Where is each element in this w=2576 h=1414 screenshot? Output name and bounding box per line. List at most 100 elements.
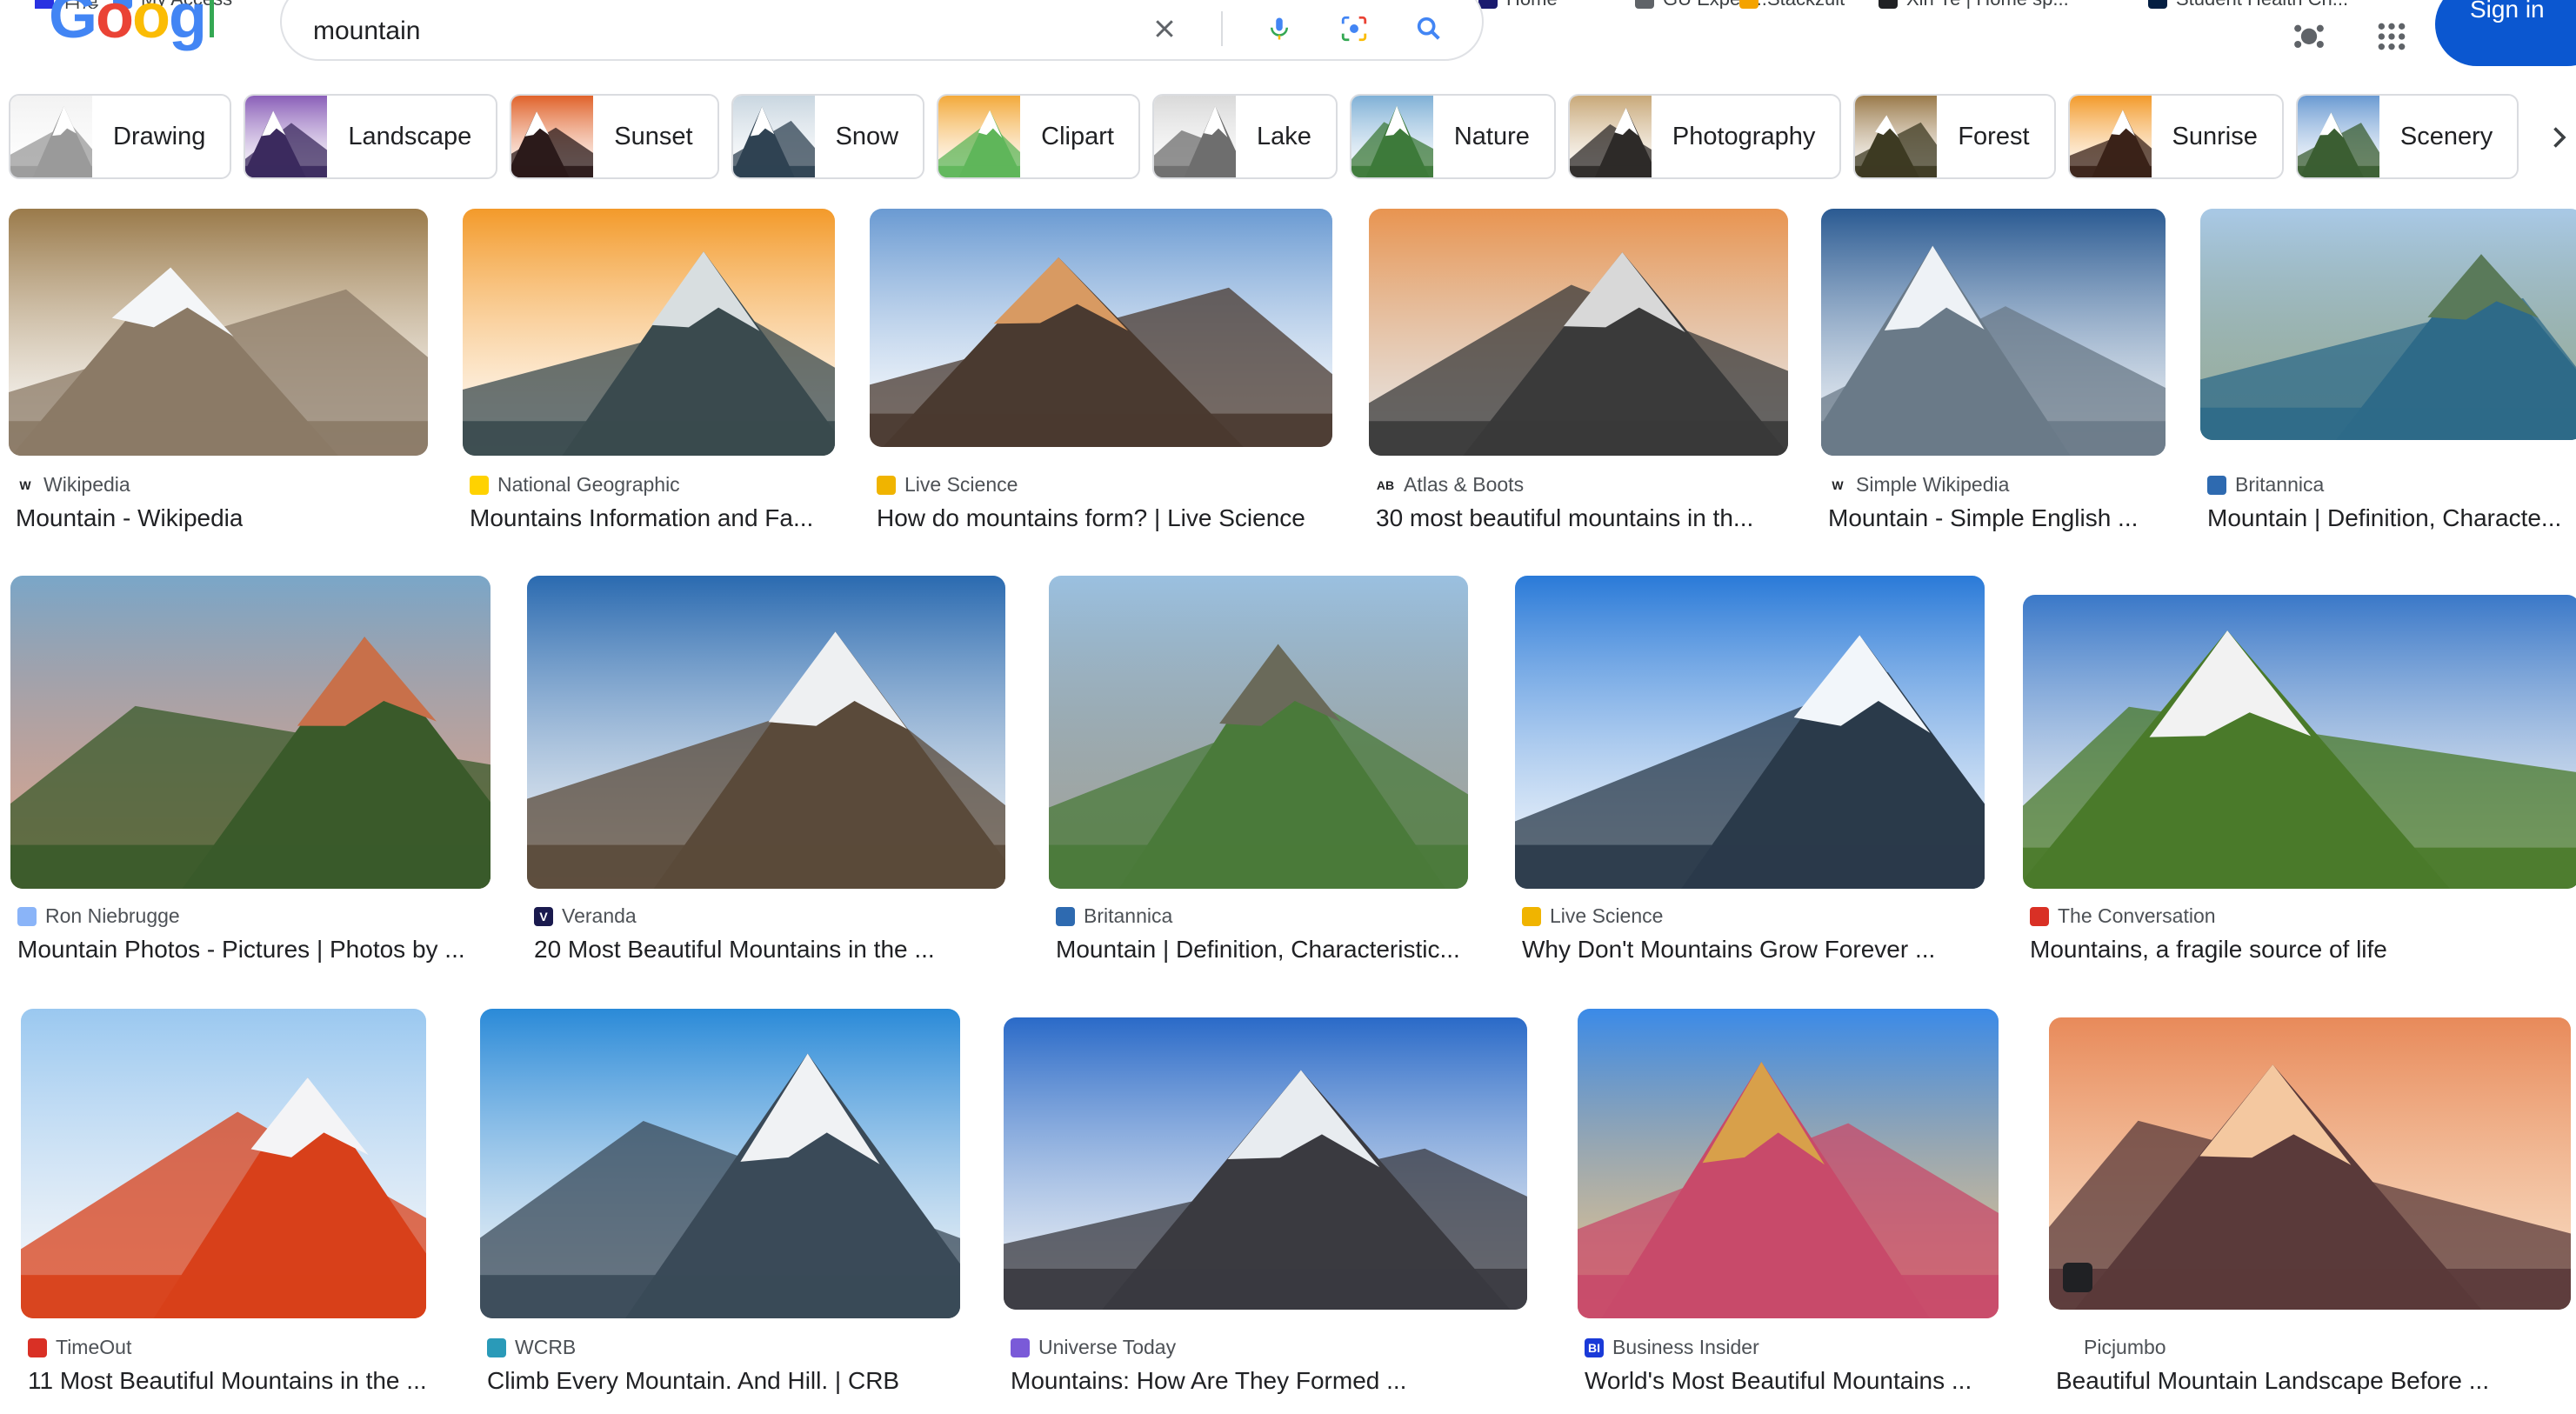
result-image[interactable]: [463, 209, 835, 456]
result-image[interactable]: [1578, 1009, 1999, 1318]
labs-flask-icon[interactable]: [2289, 16, 2329, 54]
result-title-link[interactable]: 20 Most Beautiful Mountains in the ...: [534, 936, 935, 964]
chevron-right-icon[interactable]: [2543, 122, 2574, 153]
filter-chip[interactable]: Drawing: [9, 94, 232, 179]
image-result-card[interactable]: Live Science How do mountains form? | Liv…: [870, 209, 1350, 551]
filter-chip[interactable]: Forest: [1853, 94, 2056, 179]
result-title-link[interactable]: 30 most beautiful mountains in th...: [1376, 504, 1753, 532]
microphone-icon[interactable]: [1261, 10, 1298, 47]
result-image[interactable]: [1004, 1017, 1527, 1310]
result-image[interactable]: [1515, 576, 1985, 889]
result-image[interactable]: [2023, 595, 2576, 889]
result-title-link[interactable]: How do mountains form? | Live Science: [877, 504, 1305, 532]
image-result-card[interactable]: W Simple Wikipedia Mountain - Simple Engli…: [1821, 209, 2183, 551]
result-title-link[interactable]: World's Most Beautiful Mountains ...: [1585, 1367, 1972, 1395]
bookmark-item[interactable]: Student Health Ch...: [2148, 0, 2348, 9]
image-result-card[interactable]: W Wikipedia Mountain - Wikipedia: [9, 209, 445, 551]
result-source[interactable]: Britannica: [2207, 473, 2324, 497]
result-source[interactable]: W Wikipedia: [16, 473, 130, 497]
chip-thumbnail: [938, 96, 1023, 177]
result-source[interactable]: AB Atlas & Boots: [1376, 473, 1524, 497]
result-source[interactable]: Ron Niebrugge: [17, 904, 180, 928]
result-image[interactable]: [870, 209, 1332, 447]
source-name: Wikipedia: [43, 473, 130, 496]
result-title-link[interactable]: Mountain | Definition, Characte...: [2207, 504, 2561, 532]
filter-chip[interactable]: Snow: [731, 94, 925, 179]
image-result-card[interactable]: BI Business Insider World's Most Beautiful…: [1578, 1009, 2016, 1414]
result-source[interactable]: TimeOut: [28, 1336, 131, 1359]
result-source[interactable]: Live Science: [1522, 904, 1663, 928]
result-title-link[interactable]: Beautiful Mountain Landscape Before ...: [2056, 1367, 2489, 1395]
source-name: Picjumbo: [2084, 1336, 2166, 1358]
bookmark-item[interactable]: Xin Ye | Home sp...: [1879, 0, 2069, 9]
filter-chip[interactable]: Lake: [1151, 94, 1338, 179]
filter-chip[interactable]: Photography: [1567, 94, 1842, 179]
result-title-link[interactable]: Mountains Information and Fa...: [470, 504, 813, 532]
filter-chip[interactable]: Sunrise: [2067, 94, 2284, 179]
result-image[interactable]: [1049, 576, 1468, 889]
filter-chip[interactable]: Clipart: [937, 94, 1140, 179]
image-result-card[interactable]: National Geographic Mountains Information…: [463, 209, 852, 551]
result-source[interactable]: Universe Today: [1011, 1336, 1176, 1359]
image-result-card[interactable]: AB Atlas & Boots 30 most beautiful mountai…: [1369, 209, 1805, 551]
result-source[interactable]: National Geographic: [470, 473, 680, 497]
google-logo-text: Google: [49, 0, 214, 51]
result-image[interactable]: [2049, 1017, 2571, 1310]
image-result-card[interactable]: TimeOut 11 Most Beautiful Mountains in th…: [21, 1009, 444, 1414]
result-source[interactable]: Live Science: [877, 473, 1018, 497]
clear-search-icon[interactable]: [1146, 10, 1183, 47]
image-result-card[interactable]: Britannica Mountain | Definition, Charact…: [2200, 209, 2576, 551]
result-source[interactable]: V Veranda: [534, 904, 637, 928]
image-result-card[interactable]: Picjumbo Beautiful Mountain Landscape Bef…: [2049, 1017, 2576, 1414]
result-image[interactable]: [21, 1009, 426, 1318]
result-image[interactable]: [9, 209, 428, 456]
image-result-card[interactable]: Universe Today Mountains: How Are They Fo…: [1004, 1017, 1545, 1414]
filter-chip[interactable]: Sunset: [510, 94, 719, 179]
image-result-card[interactable]: Live Science Why Don't Mountains Grow For…: [1515, 576, 2002, 983]
source-name: Live Science: [1550, 904, 1664, 927]
filter-chip[interactable]: Landscape: [244, 94, 498, 179]
result-title-link[interactable]: Why Don't Mountains Grow Forever ...: [1522, 936, 1935, 964]
result-title-link[interactable]: Mountain - Wikipedia: [16, 504, 243, 532]
bookmark-favicon-icon: [1879, 0, 1898, 9]
result-image[interactable]: [1369, 209, 1788, 456]
chip-thumbnail: [1569, 96, 1659, 177]
source-name: TimeOut: [56, 1336, 132, 1358]
search-input[interactable]: [313, 10, 1096, 52]
result-title-link[interactable]: Mountain Photos - Pictures | Photos by .…: [17, 936, 465, 964]
bookmark-favicon-icon: [1478, 0, 1498, 9]
result-title-link[interactable]: 11 Most Beautiful Mountains in the ...: [28, 1367, 427, 1395]
result-image[interactable]: [527, 576, 1005, 889]
result-title-link[interactable]: Mountain - Simple English ...: [1828, 504, 2138, 532]
result-source[interactable]: Britannica: [1056, 904, 1172, 928]
result-image[interactable]: [1821, 209, 2166, 456]
image-result-card[interactable]: Ron Niebrugge Mountain Photos - Pictures …: [10, 576, 508, 983]
result-title-link[interactable]: Mountains, a fragile source of life: [2030, 936, 2387, 964]
bookmark-item[interactable]: Home: [1478, 0, 1558, 9]
image-result-card[interactable]: V Veranda 20 Most Beautiful Mountains in t…: [527, 576, 1023, 983]
bookmark-item[interactable]: Stackzult: [1739, 0, 1845, 9]
result-image[interactable]: [2200, 209, 2576, 440]
google-apps-icon[interactable]: [2374, 19, 2409, 54]
filter-chip[interactable]: Scenery: [2295, 94, 2519, 179]
result-image[interactable]: [10, 576, 491, 889]
result-source[interactable]: W Simple Wikipedia: [1828, 473, 2009, 497]
result-source[interactable]: Picjumbo: [2056, 1336, 2166, 1359]
result-source[interactable]: BI Business Insider: [1585, 1336, 1759, 1359]
image-result-card[interactable]: WCRB Climb Every Mountain. And Hill. | CR…: [480, 1009, 978, 1414]
google-logo[interactable]: Google: [49, 0, 214, 61]
search-box[interactable]: [280, 0, 1484, 61]
sign-in-button[interactable]: Sign in: [2435, 0, 2576, 66]
result-image[interactable]: [480, 1009, 960, 1318]
camera-lens-icon[interactable]: [1336, 10, 1372, 47]
result-source[interactable]: The Conversation: [2030, 904, 2216, 928]
search-icon[interactable]: [1411, 10, 1447, 47]
result-title-link[interactable]: Mountains: How Are They Formed ...: [1011, 1367, 1406, 1395]
result-source[interactable]: WCRB: [487, 1336, 576, 1359]
result-title-link[interactable]: Climb Every Mountain. And Hill. | CRB: [487, 1367, 899, 1395]
image-result-card[interactable]: Britannica Mountain | Definition, Charact…: [1049, 576, 1485, 983]
image-result-card[interactable]: The Conversation Mountains, a fragile sou…: [2023, 595, 2576, 983]
result-title-link[interactable]: Mountain | Definition, Characteristic...: [1056, 936, 1460, 964]
chip-thumbnail: [10, 96, 97, 177]
filter-chip[interactable]: Nature: [1349, 94, 1556, 179]
